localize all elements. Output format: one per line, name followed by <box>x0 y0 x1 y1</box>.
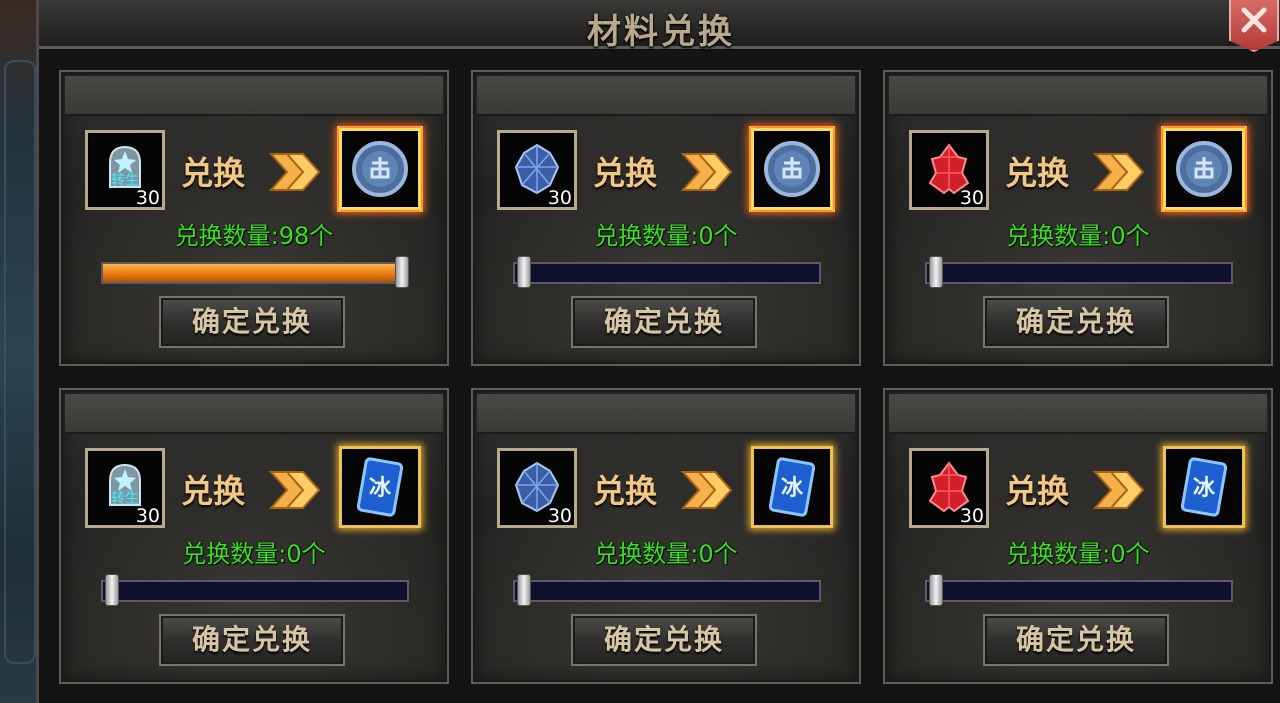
quantity-slider[interactable] <box>101 574 409 606</box>
double-chevron-right-icon <box>1093 153 1145 191</box>
exchange-label: 兑换 <box>593 154 658 192</box>
exchange-label: 兑换 <box>1005 154 1070 192</box>
exchange-label: 兑换 <box>593 472 658 510</box>
rebirth-stone-text: 转生 <box>111 173 139 189</box>
ice-rune-card-icon: 冰 <box>754 449 830 529</box>
ice-rune-text: 冰 <box>369 476 392 501</box>
item-count: 30 <box>547 187 572 209</box>
ice-rune-card-icon: 冰 <box>342 449 418 529</box>
confirm-exchange-button[interactable]: 确定兑换 <box>159 296 345 348</box>
source-item-slot[interactable]: 30 <box>909 448 989 528</box>
ice-rune-card-icon: 冰 <box>1166 449 1242 529</box>
exchange-quantity: 兑换数量:0个 <box>594 540 738 568</box>
confirm-exchange-button[interactable]: 确定兑换 <box>983 614 1169 666</box>
exchange-card: 30 兑换 兑换数量:0个 确定兑换 <box>883 70 1273 366</box>
double-chevron-right-icon <box>269 471 321 509</box>
item-count: 30 <box>135 187 160 209</box>
confirm-exchange-button[interactable]: 确定兑换 <box>571 296 757 348</box>
confirm-exchange-button[interactable]: 确定兑换 <box>159 614 345 666</box>
exchange-label: 兑换 <box>181 154 246 192</box>
target-item-slot[interactable]: 冰 <box>751 446 833 528</box>
slider-thumb[interactable] <box>105 574 119 606</box>
exchange-label: 兑换 <box>1005 472 1070 510</box>
confirm-exchange-button[interactable]: 确定兑换 <box>983 296 1169 348</box>
ice-rune-text: 冰 <box>781 476 804 501</box>
exchange-quantity: 兑换数量:0个 <box>594 222 738 250</box>
card-header <box>477 394 855 434</box>
quantity-slider[interactable] <box>101 256 409 288</box>
exchange-quantity: 兑换数量:0个 <box>182 540 326 568</box>
double-chevron-right-icon <box>269 153 321 191</box>
slider-thumb[interactable] <box>394 256 409 288</box>
exchange-card: 转生 30 兑换 兑换数量:98个 确定兑换 <box>59 70 449 366</box>
card-header <box>65 76 443 116</box>
exchange-card: 30 兑换 冰 兑换数量:0个 确定兑换 <box>883 388 1273 684</box>
item-count: 30 <box>959 187 984 209</box>
slider-fill <box>103 264 401 282</box>
source-item-slot[interactable]: 转生 30 <box>85 130 165 210</box>
card-header <box>889 76 1267 116</box>
exchange-card: 转生 30 兑换 冰 兑换数量:0个 确定兑换 <box>59 388 449 684</box>
card-header <box>889 394 1267 434</box>
exchange-quantity: 兑换数量:0个 <box>1006 540 1150 568</box>
title-bar: 材料兑换 <box>39 0 1280 52</box>
double-chevron-right-icon <box>1093 471 1145 509</box>
source-item-slot[interactable]: 转生 30 <box>85 448 165 528</box>
window-title: 材料兑换 <box>587 12 735 52</box>
quantity-slider[interactable] <box>925 574 1233 606</box>
target-item-slot[interactable] <box>1163 128 1245 210</box>
exchange-quantity: 兑换数量:0个 <box>1006 222 1150 250</box>
double-chevron-right-icon <box>681 471 733 509</box>
slider-thumb[interactable] <box>929 256 943 288</box>
background-scenery <box>0 0 40 703</box>
blue-seal-coin-icon <box>342 131 418 211</box>
exchange-quantity: 兑换数量:98个 <box>174 222 334 250</box>
source-item-slot[interactable]: 30 <box>497 130 577 210</box>
exchange-label: 兑换 <box>181 472 246 510</box>
item-count: 30 <box>959 505 984 527</box>
card-header <box>65 394 443 434</box>
item-count: 30 <box>135 505 160 527</box>
quantity-slider[interactable] <box>925 256 1233 288</box>
exchange-window: 材料兑换 转生 30 兑换 兑换数量:98个 确定兑换 30 兑换 兑换数量:0… <box>36 0 1280 703</box>
target-item-slot[interactable] <box>751 128 833 210</box>
target-item-slot[interactable]: 冰 <box>1163 446 1245 528</box>
confirm-exchange-button[interactable]: 确定兑换 <box>571 614 757 666</box>
exchange-grid: 转生 30 兑换 兑换数量:98个 确定兑换 30 兑换 兑换数量:0个 确定兑… <box>59 70 1273 684</box>
slider-thumb[interactable] <box>517 574 531 606</box>
rebirth-stone-text: 转生 <box>111 491 139 507</box>
card-header <box>477 76 855 116</box>
target-item-slot[interactable]: 冰 <box>339 446 421 528</box>
close-icon <box>1241 7 1267 33</box>
slider-thumb[interactable] <box>929 574 943 606</box>
item-count: 30 <box>547 505 572 527</box>
blue-seal-coin-icon <box>754 131 830 211</box>
source-item-slot[interactable]: 30 <box>909 130 989 210</box>
exchange-card: 30 兑换 冰 兑换数量:0个 确定兑换 <box>471 388 861 684</box>
quantity-slider[interactable] <box>513 256 821 288</box>
target-item-slot[interactable] <box>339 128 421 210</box>
source-item-slot[interactable]: 30 <box>497 448 577 528</box>
exchange-card: 30 兑换 兑换数量:0个 确定兑换 <box>471 70 861 366</box>
slider-thumb[interactable] <box>517 256 531 288</box>
ice-rune-text: 冰 <box>1193 476 1216 501</box>
blue-seal-coin-icon <box>1166 131 1242 211</box>
double-chevron-right-icon <box>681 153 733 191</box>
quantity-slider[interactable] <box>513 574 821 606</box>
